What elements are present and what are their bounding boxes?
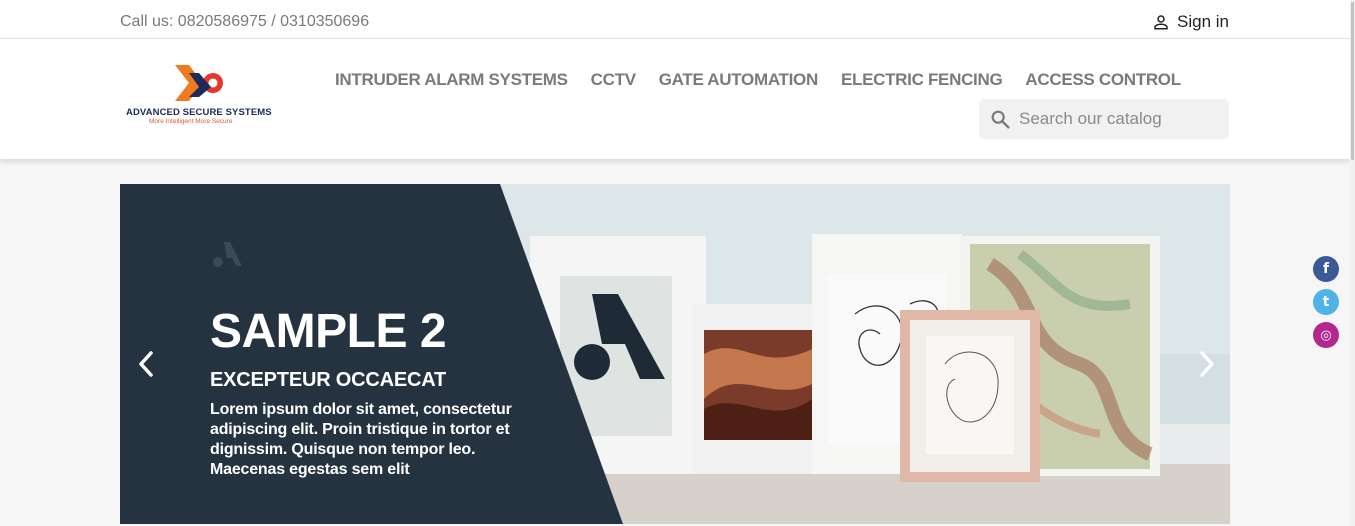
hero-slider[interactable]: SAMPLE 2 EXCEPTEUR OCCAECAT Lorem ipsum …: [120, 184, 1230, 524]
nav-gate-automation[interactable]: GATE AUTOMATION: [659, 70, 819, 90]
contact-phone: Call us: 0820586975 / 0310350696: [120, 13, 370, 30]
search-icon[interactable]: [989, 108, 1011, 130]
main-navigation: INTRUDER ALARM SYSTEMS CCTV GATE AUTOMAT…: [335, 70, 1181, 90]
sign-in-label: Sign in: [1177, 12, 1229, 31]
nav-intruder-alarm-systems[interactable]: INTRUDER ALARM SYSTEMS: [335, 70, 568, 90]
main-header: ADVANCED SECURE SYSTEMS More Intelligent…: [0, 39, 1350, 159]
scrollbar-thumb[interactable]: [1351, 2, 1354, 160]
top-bar: Call us: 0820586975 / 0310350696 Sign in: [0, 0, 1350, 39]
slide-description: Lorem ipsum dolor sit amet, consectetur …: [210, 401, 512, 478]
search-box: [979, 99, 1229, 139]
slide-title: SAMPLE 2: [210, 305, 447, 358]
twitter-icon[interactable]: t: [1313, 289, 1339, 315]
logo-tagline: More Intelligent More Secure: [149, 118, 233, 125]
social-links: f t ◎: [1313, 256, 1339, 348]
logo-brand-text: ADVANCED SECURE SYSTEMS: [126, 107, 272, 118]
logo-mark: [175, 65, 223, 101]
sign-in-link[interactable]: Sign in: [1152, 12, 1229, 32]
nav-electric-fencing[interactable]: ELECTRIC FENCING: [841, 70, 1003, 90]
chevron-left-icon[interactable]: [136, 349, 156, 379]
chevron-right-icon[interactable]: [1197, 349, 1217, 379]
page-scrollbar[interactable]: [1350, 0, 1355, 526]
facebook-icon[interactable]: f: [1313, 256, 1339, 282]
slide-mini-logo: [213, 242, 242, 267]
instagram-icon[interactable]: ◎: [1313, 322, 1339, 348]
search-input[interactable]: [1019, 99, 1219, 139]
site-logo[interactable]: ADVANCED SECURE SYSTEMS More Intelligent…: [124, 63, 276, 127]
slide-subtitle: EXCEPTEUR OCCAECAT: [210, 369, 447, 391]
nav-cctv[interactable]: CCTV: [591, 70, 636, 90]
user-icon: [1154, 15, 1168, 30]
nav-access-control[interactable]: ACCESS CONTROL: [1025, 70, 1181, 90]
